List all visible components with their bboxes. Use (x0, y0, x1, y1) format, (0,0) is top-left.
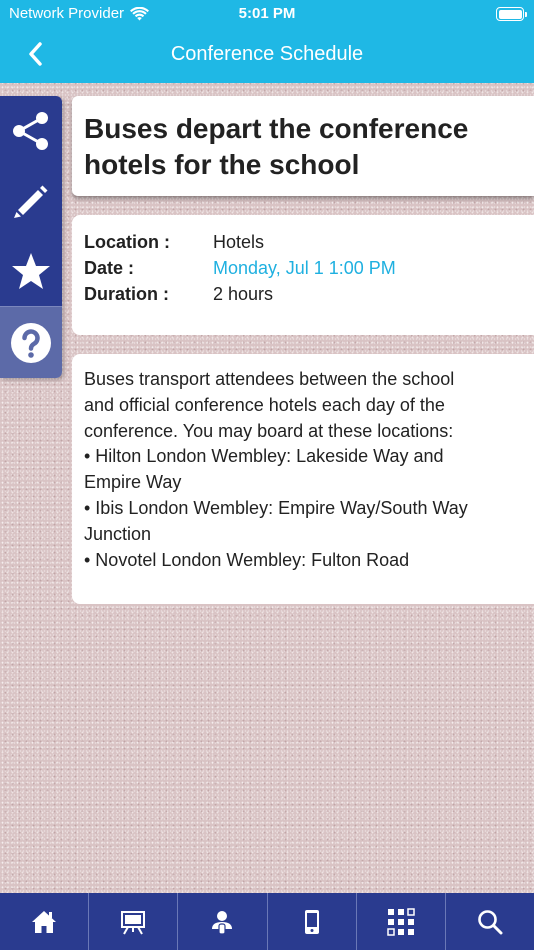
star-icon (12, 253, 50, 289)
description-line: • Ibis London Wembley: Empire Way/South … (84, 497, 468, 518)
status-time: 5:01 PM (238, 5, 296, 22)
battery-icon (496, 7, 527, 21)
description-line: and official conference hotels each day … (84, 394, 445, 415)
event-details-card: Location : Hotels Date : Monday, Jul 1 1… (72, 215, 534, 335)
edit-note-button[interactable] (0, 166, 62, 236)
description-line: Empire Way (84, 472, 182, 493)
app-header: Network Provider 5:01 PM Conference Sche… (0, 0, 534, 83)
bottom-tab-bar (0, 893, 534, 950)
description-line: • Novotel London Wembley: Fulton Road (84, 549, 410, 570)
search-icon (478, 909, 503, 934)
qr-grid-icon (387, 907, 415, 936)
nav-bar: Conference Schedule (0, 28, 534, 83)
favorite-button[interactable] (0, 236, 62, 306)
event-title-card: Buses depart the conference hotels for t… (72, 96, 534, 196)
phone-icon (304, 909, 319, 934)
help-button[interactable] (0, 306, 62, 378)
date-label: Date : (84, 258, 135, 278)
help-icon (11, 322, 51, 363)
event-title-line: hotels for the school (84, 149, 360, 180)
duration-label: Duration : (84, 284, 169, 304)
event-description-card: Buses transport attendees between the sc… (72, 354, 534, 604)
date-link[interactable]: Monday, Jul 1 1:00 PM (213, 255, 396, 281)
tab-sessions[interactable] (88, 893, 177, 950)
tab-scan[interactable] (355, 893, 445, 950)
tab-mobile[interactable] (266, 893, 356, 950)
share-icon (13, 112, 48, 150)
duration-row: Duration : 2 hours (84, 281, 522, 307)
tab-home[interactable] (0, 893, 88, 950)
presentation-icon (121, 910, 146, 934)
pencil-icon (14, 185, 48, 218)
nav-title: Conference Schedule (170, 43, 364, 65)
duration-value: 2 hours (213, 284, 274, 304)
description-line: Buses transport attendees between the sc… (84, 369, 455, 389)
description-line: Junction (84, 523, 152, 544)
event-title-line: Buses depart the conference (84, 113, 469, 144)
description-line: conference. You may board at these locat… (84, 420, 454, 441)
home-icon (32, 910, 57, 933)
side-action-rail (0, 96, 62, 378)
location-label: Location : (84, 232, 170, 252)
status-bar: Network Provider 5:01 PM (0, 0, 534, 28)
date-row: Date : Monday, Jul 1 1:00 PM (84, 255, 522, 281)
location-value: Hotels (213, 232, 265, 252)
location-row: Location : Hotels (84, 229, 522, 255)
tab-speakers[interactable] (177, 893, 266, 950)
tab-search[interactable] (444, 893, 534, 950)
speaker-icon (212, 910, 233, 935)
event-title: Buses depart the conference hotels for t… (84, 111, 522, 183)
share-button[interactable] (0, 96, 62, 166)
description-line: • Hilton London Wembley: Lakeside Way an… (84, 446, 444, 467)
